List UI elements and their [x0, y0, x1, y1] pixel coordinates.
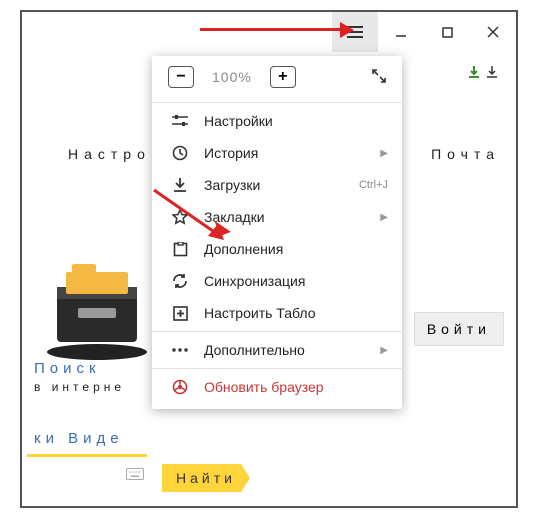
menu-label: История: [204, 145, 258, 161]
close-button[interactable]: [470, 12, 516, 52]
mail-heading: Почта: [431, 146, 500, 162]
maximize-button[interactable]: [424, 12, 470, 52]
annotation-arrow-to-menu: [200, 28, 340, 31]
puzzle-icon: [168, 242, 192, 257]
menu-settings[interactable]: Настройки: [152, 105, 402, 137]
menu-update-browser[interactable]: Обновить браузер: [152, 371, 402, 403]
menu-downloads[interactable]: Загрузки Ctrl+J: [152, 169, 402, 201]
browser-update-icon: [168, 379, 192, 395]
search-label[interactable]: Поиск: [34, 360, 101, 377]
login-button[interactable]: Войти: [414, 312, 504, 346]
menu-divider: [152, 102, 402, 103]
keyboard-icon[interactable]: [126, 468, 144, 483]
download-indicator[interactable]: [466, 64, 498, 80]
menu-button[interactable]: [332, 12, 378, 52]
star-icon: [168, 209, 192, 225]
chevron-right-icon: ▶: [380, 345, 388, 356]
menu-divider: [152, 331, 402, 332]
menu-bookmarks[interactable]: Закладки ▶: [152, 201, 402, 233]
menu-more[interactable]: Дополнительно ▶: [152, 334, 402, 366]
zoom-controls: − 100% +: [152, 56, 402, 100]
download-icon: [168, 177, 192, 193]
clock-icon: [168, 145, 192, 161]
main-menu-dropdown: − 100% + Настройки История ▶: [152, 56, 402, 409]
minimize-button[interactable]: [378, 12, 424, 52]
zoom-out-button[interactable]: −: [168, 66, 194, 88]
fullscreen-icon[interactable]: [372, 69, 386, 86]
menu-divider: [152, 368, 402, 369]
menu-sync[interactable]: Синхронизация: [152, 265, 402, 297]
menu-label: Настройки: [204, 113, 273, 129]
menu-history[interactable]: История ▶: [152, 137, 402, 169]
menu-label: Дополнительно: [204, 342, 305, 358]
chevron-right-icon: ▶: [380, 148, 388, 159]
zoom-level: 100%: [212, 69, 252, 85]
search-underline: [27, 454, 147, 457]
sync-icon: [168, 273, 192, 289]
menu-configure-dashboard[interactable]: Настроить Табло: [152, 297, 402, 329]
sliders-icon: [168, 114, 192, 128]
menu-label: Обновить браузер: [204, 379, 324, 395]
nav-links[interactable]: ки Виде: [34, 430, 124, 447]
chevron-right-icon: ▶: [380, 212, 388, 223]
add-tile-icon: [168, 306, 192, 321]
menu-label: Настроить Табло: [204, 305, 316, 321]
menu-shortcut: Ctrl+J: [359, 179, 388, 191]
settings-heading-bg: Настро: [68, 146, 151, 162]
find-button[interactable]: Найти: [162, 464, 250, 492]
menu-label: Закладки: [204, 209, 265, 225]
zoom-in-button[interactable]: +: [270, 66, 296, 88]
menu-label: Загрузки: [204, 177, 260, 193]
menu-addons[interactable]: Дополнения: [152, 233, 402, 265]
browser-window: Настро Почта Войти Поиск в интерне ки Ви…: [20, 10, 518, 508]
menu-label: Синхронизация: [204, 273, 305, 289]
menu-label: Дополнения: [204, 241, 283, 257]
window-controls: [332, 12, 516, 52]
dots-icon: [168, 348, 192, 352]
internet-label: в интерне: [34, 380, 125, 394]
file-box-illustration: [42, 252, 152, 362]
